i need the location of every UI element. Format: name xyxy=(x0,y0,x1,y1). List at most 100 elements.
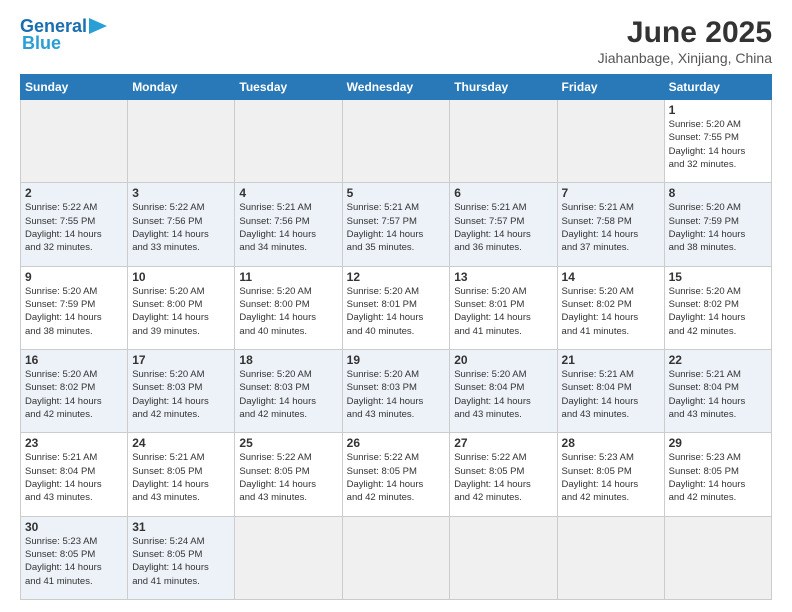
calendar-cell: 30Sunrise: 5:23 AMSunset: 8:05 PMDayligh… xyxy=(21,516,128,599)
calendar-cell: 6Sunrise: 5:21 AMSunset: 7:57 PMDaylight… xyxy=(450,183,557,266)
day-info: Sunrise: 5:20 AMSunset: 8:03 PMDaylight:… xyxy=(239,368,337,421)
day-number: 25 xyxy=(239,436,337,450)
logo: General Blue xyxy=(20,16,111,54)
day-number: 19 xyxy=(347,353,446,367)
day-number: 18 xyxy=(239,353,337,367)
day-info: Sunrise: 5:21 AMSunset: 8:04 PMDaylight:… xyxy=(562,368,660,421)
calendar-cell: 24Sunrise: 5:21 AMSunset: 8:05 PMDayligh… xyxy=(128,433,235,516)
calendar-cell: 4Sunrise: 5:21 AMSunset: 7:56 PMDaylight… xyxy=(235,183,342,266)
calendar-cell xyxy=(557,100,664,183)
calendar-cell: 10Sunrise: 5:20 AMSunset: 8:00 PMDayligh… xyxy=(128,266,235,349)
calendar-cell xyxy=(450,516,557,599)
header-sunday: Sunday xyxy=(21,75,128,100)
day-info: Sunrise: 5:20 AMSunset: 8:00 PMDaylight:… xyxy=(239,285,337,338)
calendar-cell xyxy=(342,100,450,183)
calendar-cell: 9Sunrise: 5:20 AMSunset: 7:59 PMDaylight… xyxy=(21,266,128,349)
header-friday: Friday xyxy=(557,75,664,100)
day-number: 9 xyxy=(25,270,123,284)
day-number: 12 xyxy=(347,270,446,284)
day-number: 7 xyxy=(562,186,660,200)
day-info: Sunrise: 5:21 AMSunset: 7:57 PMDaylight:… xyxy=(454,201,552,254)
header: General Blue June 2025 Jiahanbage, Xinji… xyxy=(20,16,772,66)
calendar-cell: 31Sunrise: 5:24 AMSunset: 8:05 PMDayligh… xyxy=(128,516,235,599)
day-number: 13 xyxy=(454,270,552,284)
page: General Blue June 2025 Jiahanbage, Xinji… xyxy=(0,0,792,612)
month-title: June 2025 xyxy=(598,16,772,50)
day-info: Sunrise: 5:20 AMSunset: 8:01 PMDaylight:… xyxy=(454,285,552,338)
calendar-row-4: 23Sunrise: 5:21 AMSunset: 8:04 PMDayligh… xyxy=(21,433,772,516)
day-info: Sunrise: 5:21 AMSunset: 8:05 PMDaylight:… xyxy=(132,451,230,504)
calendar-cell xyxy=(21,100,128,183)
day-number: 10 xyxy=(132,270,230,284)
calendar-cell: 15Sunrise: 5:20 AMSunset: 8:02 PMDayligh… xyxy=(664,266,771,349)
day-info: Sunrise: 5:22 AMSunset: 8:05 PMDaylight:… xyxy=(239,451,337,504)
day-info: Sunrise: 5:20 AMSunset: 8:04 PMDaylight:… xyxy=(454,368,552,421)
day-info: Sunrise: 5:20 AMSunset: 8:02 PMDaylight:… xyxy=(25,368,123,421)
calendar-cell: 2Sunrise: 5:22 AMSunset: 7:55 PMDaylight… xyxy=(21,183,128,266)
header-wednesday: Wednesday xyxy=(342,75,450,100)
day-info: Sunrise: 5:21 AMSunset: 8:04 PMDaylight:… xyxy=(669,368,767,421)
calendar-row-5: 30Sunrise: 5:23 AMSunset: 8:05 PMDayligh… xyxy=(21,516,772,599)
calendar-cell: 22Sunrise: 5:21 AMSunset: 8:04 PMDayligh… xyxy=(664,349,771,432)
day-info: Sunrise: 5:20 AMSunset: 8:01 PMDaylight:… xyxy=(347,285,446,338)
day-info: Sunrise: 5:20 AMSunset: 8:03 PMDaylight:… xyxy=(347,368,446,421)
calendar-cell: 21Sunrise: 5:21 AMSunset: 8:04 PMDayligh… xyxy=(557,349,664,432)
day-number: 24 xyxy=(132,436,230,450)
logo-arrow-icon xyxy=(89,18,111,34)
calendar-cell: 3Sunrise: 5:22 AMSunset: 7:56 PMDaylight… xyxy=(128,183,235,266)
location: Jiahanbage, Xinjiang, China xyxy=(598,50,772,66)
calendar-cell: 14Sunrise: 5:20 AMSunset: 8:02 PMDayligh… xyxy=(557,266,664,349)
day-number: 6 xyxy=(454,186,552,200)
calendar-header-row: Sunday Monday Tuesday Wednesday Thursday… xyxy=(21,75,772,100)
header-thursday: Thursday xyxy=(450,75,557,100)
calendar-cell xyxy=(450,100,557,183)
day-info: Sunrise: 5:21 AMSunset: 7:58 PMDaylight:… xyxy=(562,201,660,254)
calendar-cell: 8Sunrise: 5:20 AMSunset: 7:59 PMDaylight… xyxy=(664,183,771,266)
header-saturday: Saturday xyxy=(664,75,771,100)
day-number: 29 xyxy=(669,436,767,450)
calendar-cell: 16Sunrise: 5:20 AMSunset: 8:02 PMDayligh… xyxy=(21,349,128,432)
day-info: Sunrise: 5:23 AMSunset: 8:05 PMDaylight:… xyxy=(669,451,767,504)
calendar-cell xyxy=(342,516,450,599)
calendar-cell: 13Sunrise: 5:20 AMSunset: 8:01 PMDayligh… xyxy=(450,266,557,349)
calendar-cell: 26Sunrise: 5:22 AMSunset: 8:05 PMDayligh… xyxy=(342,433,450,516)
calendar-cell: 20Sunrise: 5:20 AMSunset: 8:04 PMDayligh… xyxy=(450,349,557,432)
day-number: 20 xyxy=(454,353,552,367)
calendar-cell: 18Sunrise: 5:20 AMSunset: 8:03 PMDayligh… xyxy=(235,349,342,432)
calendar-row-0: 1Sunrise: 5:20 AMSunset: 7:55 PMDaylight… xyxy=(21,100,772,183)
calendar-cell xyxy=(128,100,235,183)
day-number: 1 xyxy=(669,103,767,117)
day-number: 14 xyxy=(562,270,660,284)
calendar-cell: 11Sunrise: 5:20 AMSunset: 8:00 PMDayligh… xyxy=(235,266,342,349)
calendar-cell xyxy=(664,516,771,599)
day-info: Sunrise: 5:22 AMSunset: 7:55 PMDaylight:… xyxy=(25,201,123,254)
calendar-row-2: 9Sunrise: 5:20 AMSunset: 7:59 PMDaylight… xyxy=(21,266,772,349)
day-number: 31 xyxy=(132,520,230,534)
day-number: 3 xyxy=(132,186,230,200)
title-block: June 2025 Jiahanbage, Xinjiang, China xyxy=(598,16,772,66)
calendar-cell xyxy=(235,100,342,183)
header-tuesday: Tuesday xyxy=(235,75,342,100)
calendar-cell: 27Sunrise: 5:22 AMSunset: 8:05 PMDayligh… xyxy=(450,433,557,516)
day-number: 15 xyxy=(669,270,767,284)
day-number: 23 xyxy=(25,436,123,450)
day-info: Sunrise: 5:21 AMSunset: 7:57 PMDaylight:… xyxy=(347,201,446,254)
day-number: 21 xyxy=(562,353,660,367)
day-number: 28 xyxy=(562,436,660,450)
day-number: 17 xyxy=(132,353,230,367)
day-number: 4 xyxy=(239,186,337,200)
day-info: Sunrise: 5:20 AMSunset: 8:02 PMDaylight:… xyxy=(562,285,660,338)
day-info: Sunrise: 5:20 AMSunset: 8:02 PMDaylight:… xyxy=(669,285,767,338)
day-number: 8 xyxy=(669,186,767,200)
day-info: Sunrise: 5:20 AMSunset: 7:59 PMDaylight:… xyxy=(25,285,123,338)
day-info: Sunrise: 5:23 AMSunset: 8:05 PMDaylight:… xyxy=(25,535,123,588)
day-number: 5 xyxy=(347,186,446,200)
day-info: Sunrise: 5:22 AMSunset: 7:56 PMDaylight:… xyxy=(132,201,230,254)
calendar-cell: 23Sunrise: 5:21 AMSunset: 8:04 PMDayligh… xyxy=(21,433,128,516)
day-number: 2 xyxy=(25,186,123,200)
day-info: Sunrise: 5:23 AMSunset: 8:05 PMDaylight:… xyxy=(562,451,660,504)
day-number: 27 xyxy=(454,436,552,450)
day-info: Sunrise: 5:20 AMSunset: 8:03 PMDaylight:… xyxy=(132,368,230,421)
calendar-cell: 5Sunrise: 5:21 AMSunset: 7:57 PMDaylight… xyxy=(342,183,450,266)
calendar-cell xyxy=(557,516,664,599)
